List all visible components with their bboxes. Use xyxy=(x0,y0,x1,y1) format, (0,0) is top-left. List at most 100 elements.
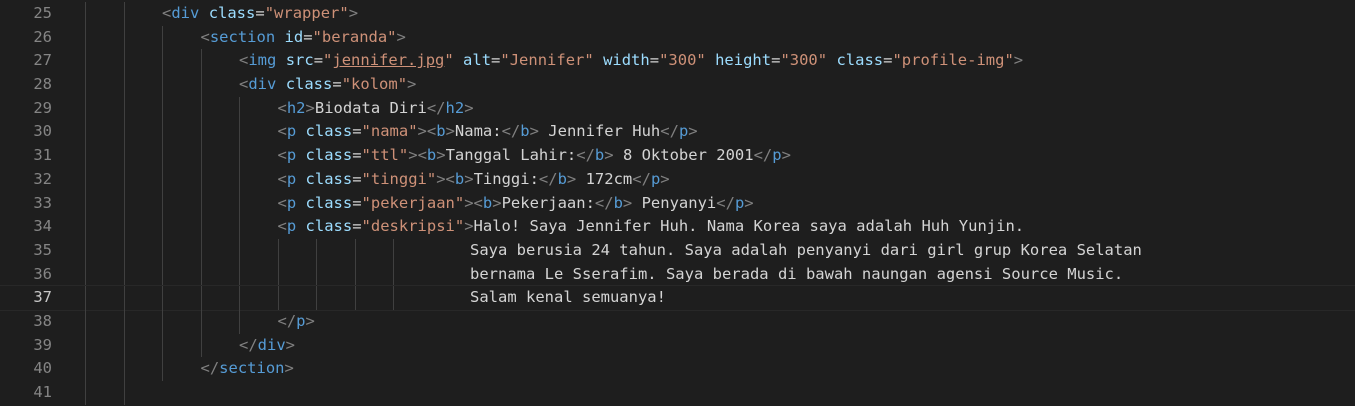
token-punc: < xyxy=(239,75,249,94)
code-text: <p class="tinggi"><b>Tinggi:</b> 172cm</… xyxy=(278,168,670,192)
code-line[interactable]: 38 </p> xyxy=(0,309,1355,334)
code-text: <div class="wrapper"> xyxy=(162,2,358,26)
indent-guide xyxy=(123,381,125,405)
token-punc: </ xyxy=(576,146,595,165)
indent-guide xyxy=(200,49,202,74)
token-text: = xyxy=(313,51,324,70)
token-text: = xyxy=(303,27,313,46)
token-str: "Jennifer" xyxy=(500,51,594,70)
indent-guide xyxy=(162,96,163,121)
token-punc: < xyxy=(417,146,427,165)
code-line[interactable]: 29 <h2>Biodata Diri</h2> xyxy=(0,96,1355,121)
code-line[interactable]: 33 <p class="pekerjaan"><b>Pekerjaan:</b>… xyxy=(0,191,1355,216)
token-punc: < xyxy=(426,122,437,141)
code-text: Saya berusia 24 tahun. Saya adalah penya… xyxy=(470,239,1142,263)
indent-guide xyxy=(162,49,163,74)
line-number: 26 xyxy=(33,27,52,46)
token-tag: b xyxy=(426,146,437,165)
token-punc: > xyxy=(604,146,614,165)
indent-guide xyxy=(162,262,163,287)
token-text: = xyxy=(352,146,362,165)
token-punc: > xyxy=(1013,51,1024,70)
line-number: 27 xyxy=(33,51,52,70)
code-line[interactable]: 25 <div class="wrapper"> xyxy=(0,2,1355,26)
code-line[interactable]: 27 <img src="jennifer.jpg" alt="Jennifer"… xyxy=(0,49,1355,74)
indent-guide xyxy=(200,238,202,263)
line-number: 30 xyxy=(33,122,52,141)
code-text: <h2>Biodata Diri</h2> xyxy=(278,97,474,121)
indent-guide xyxy=(162,286,163,310)
token-punc: > xyxy=(660,169,670,188)
token-attr: class xyxy=(305,122,353,141)
token-str: "nama" xyxy=(361,122,418,141)
indent-guide xyxy=(316,238,317,263)
indent-guide xyxy=(123,144,125,168)
indent-guide xyxy=(162,25,163,50)
token-punc: > xyxy=(285,335,296,354)
code-editor[interactable]: 25 <div class="wrapper"> 26 <section id="be… xyxy=(0,2,1355,405)
token-tag: img xyxy=(248,51,277,70)
token-punc: < xyxy=(473,193,483,212)
token-text: = xyxy=(491,51,501,70)
code-line[interactable]: 40 </section> xyxy=(0,357,1355,381)
token-punc: </ xyxy=(660,122,679,141)
indent-guide xyxy=(123,2,125,26)
token-punc: </ xyxy=(239,335,258,354)
code-line[interactable]: 35 Saya berusia 24 tahun. Saya adalah pen… xyxy=(0,238,1355,263)
code-line[interactable]: 34 <p class="deskripsi">Halo! Saya Jennif… xyxy=(0,215,1355,239)
indent-guide xyxy=(239,96,240,121)
token-str: "deskripsi" xyxy=(361,217,465,236)
code-line[interactable]: 26 <section id="beranda"> xyxy=(0,25,1355,50)
token-punc: </ xyxy=(753,146,773,165)
indent-guide xyxy=(123,357,125,381)
token-text: = xyxy=(352,193,362,212)
indent-guide xyxy=(200,96,202,121)
token-punc: > xyxy=(305,98,315,117)
code-line[interactable]: 41 xyxy=(0,381,1355,405)
token-punc: < xyxy=(277,169,287,188)
indent-guide xyxy=(239,144,240,168)
indent-guide xyxy=(200,215,202,239)
line-number: 25 xyxy=(33,4,52,22)
indent-guide xyxy=(123,238,125,263)
indent-guide xyxy=(354,238,356,263)
line-number: 31 xyxy=(33,146,52,165)
code-text: </div> xyxy=(239,334,295,358)
token-str: "ttl" xyxy=(361,146,409,165)
indent-guide xyxy=(162,120,163,145)
code-line[interactable]: 32 <p class="tinggi"><b>Tinggi:</b> 172cm… xyxy=(0,167,1355,192)
token-tag: b xyxy=(436,122,446,141)
token-tag: p xyxy=(772,146,782,165)
indent-guide xyxy=(85,381,86,405)
code-line[interactable]: 36 bernama Le Sserafim. Saya berada di ba… xyxy=(0,262,1355,287)
indent-guide xyxy=(85,286,86,310)
code-line[interactable]: 37 Salam kenal semuanya! xyxy=(0,285,1355,311)
code-text: </p> xyxy=(278,310,315,334)
token-punc: </ xyxy=(716,193,735,212)
code-line[interactable]: 31 <p class="ttl"><b>Tanggal Lahir:</b> 8… xyxy=(0,144,1355,168)
code-line[interactable]: 30 <p class="nama"><b>Nama:</b> Jennifer … xyxy=(0,120,1355,145)
indent-guide xyxy=(239,215,240,239)
token-punc: > xyxy=(492,193,502,212)
indent-guide xyxy=(200,167,202,192)
token-link: jennifer.jpg xyxy=(332,51,445,70)
indent-guide xyxy=(277,238,279,263)
indent-guide xyxy=(200,309,202,334)
code-line[interactable]: 39 </div> xyxy=(0,333,1355,358)
indent-guide xyxy=(85,262,86,287)
code-text: <p class="pekerjaan"><b>Pekerjaan:</b> P… xyxy=(278,192,754,216)
indent-guide xyxy=(239,238,240,263)
indent-guide xyxy=(239,262,240,287)
token-tag: h2 xyxy=(286,98,306,117)
token-punc: < xyxy=(200,27,210,46)
token-attr: class xyxy=(305,146,353,165)
indent-guide xyxy=(239,167,240,192)
code-line[interactable]: 28 <div class="kolom"> xyxy=(0,73,1355,97)
token-punc: < xyxy=(277,122,287,141)
line-number: 38 xyxy=(33,311,52,330)
